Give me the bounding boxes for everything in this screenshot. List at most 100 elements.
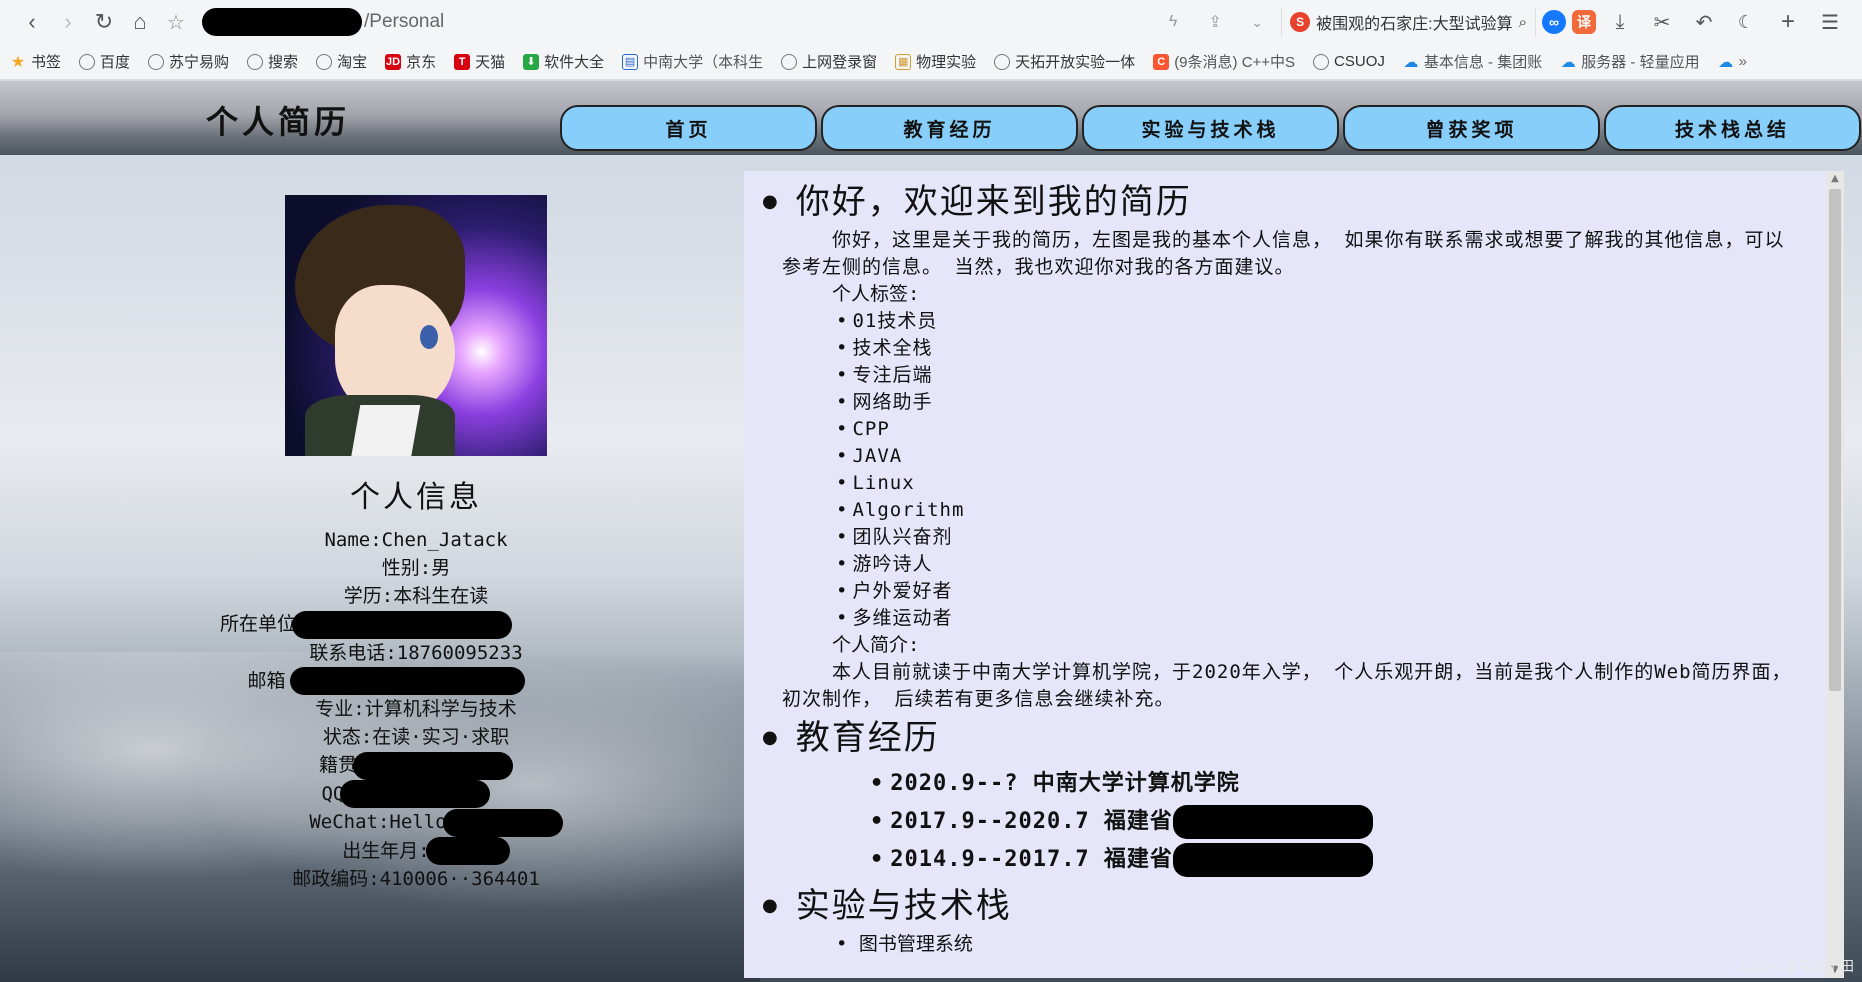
bookmark-item[interactable]: 搜索 xyxy=(247,51,298,72)
globe-icon xyxy=(247,53,264,70)
bookmark-item[interactable]: ☁ 服务器 - 轻量应用 xyxy=(1560,51,1700,72)
section-welcome-heading: ● 你好，欢迎来到我的简历 xyxy=(762,182,1192,222)
profile-email-row: 邮箱 xyxy=(180,667,592,695)
redaction xyxy=(442,808,563,837)
jd-icon: JD xyxy=(385,53,402,70)
globe-icon xyxy=(1313,53,1330,70)
section-education-heading: ● 教育经历 xyxy=(762,718,940,758)
intro-label: 个人简介: xyxy=(832,634,920,656)
profile-panel: 个人信息 Name:Chen_Jatack 性别:男 学历:本科生在读 所在单位… xyxy=(220,195,592,893)
bookmark-item[interactable]: 天拓开放实验一体 xyxy=(994,51,1135,72)
nav-education-button[interactable]: 教育经历 xyxy=(821,105,1078,151)
list-item: Algorithm xyxy=(836,497,1844,524)
address-bar[interactable]: /Personal xyxy=(202,5,1052,39)
section-lab-heading: ● 实验与技术栈 xyxy=(762,886,1012,926)
back-icon[interactable]: ‹ xyxy=(14,4,50,40)
bookmark-item[interactable]: ▤ 中南大学（本科生 xyxy=(622,51,763,72)
list-item: 网络助手 xyxy=(836,389,1844,416)
bookmark-item[interactable]: C (9条消息) C++中S xyxy=(1153,51,1295,72)
profile-birth-row: 出生年月: xyxy=(260,837,592,865)
download-icon[interactable]: ⤓ xyxy=(1602,4,1638,40)
globe-icon xyxy=(781,53,798,70)
bookmark-item[interactable]: ⬇ 软件大全 xyxy=(523,51,604,72)
profile-qq-row: QQ xyxy=(220,780,592,808)
list-item: JAVA xyxy=(836,443,1844,470)
welcome-text: 你好，这里是关于我的简历，左图是我的基本个人信息， 如果你有联系需求或想要了解我… xyxy=(782,229,1785,278)
address-redaction xyxy=(202,8,362,36)
site-title: 个人简历 xyxy=(206,103,351,141)
bookmark-item[interactable]: 百度 xyxy=(79,51,130,72)
list-item: • 图书管理系统 xyxy=(836,933,973,955)
tags-label: 个人标签: xyxy=(832,283,920,305)
profile-hometown-row: 籍贯 xyxy=(240,751,592,780)
list-item: 游吟诗人 xyxy=(836,551,1844,578)
reload-icon[interactable]: ↻ xyxy=(86,4,122,40)
extension-infinity-icon[interactable]: ∞ xyxy=(1542,10,1566,34)
search-box[interactable]: S 被围观的石家庄:大型试验算 ⌕ xyxy=(1281,7,1536,37)
browser-toolbar: ‹ › ↻ ⌂ ☆ /Personal ϟ ⇪ ⌄ S 被围观的石家庄:大型试验… xyxy=(0,0,1862,44)
nav-summary-button[interactable]: 技术栈总结 xyxy=(1604,105,1861,151)
profile-title: 个人信息 xyxy=(350,480,482,515)
list-item: Linux xyxy=(836,470,1844,497)
search-icon[interactable]: ⌕ xyxy=(1519,14,1527,31)
redaction xyxy=(340,780,491,808)
globe-icon xyxy=(994,53,1011,70)
address-text: /Personal xyxy=(364,11,445,32)
list-item: 2017.9--2020.7 福建省 xyxy=(870,803,1844,841)
education-list: 2020.9--? 中南大学计算机学院 2017.9--2020.7 福建省 2… xyxy=(744,765,1844,879)
favorite-star-icon[interactable]: ☆ xyxy=(158,4,194,40)
bookmark-item[interactable]: 苏宁易购 xyxy=(148,51,229,72)
lightning-icon[interactable]: ϟ xyxy=(1155,4,1191,40)
content-panel[interactable]: ● 你好，欢迎来到我的简历 你好，这里是关于我的简历，左图是我的基本个人信息， 如… xyxy=(744,171,1844,978)
translate-icon[interactable]: 译 xyxy=(1572,10,1596,34)
csdn-icon: C xyxy=(1153,53,1170,70)
menu-icon[interactable]: ☰ xyxy=(1812,4,1848,40)
nav-home-button[interactable]: 首页 xyxy=(560,105,817,151)
forward-icon[interactable]: › xyxy=(50,4,86,40)
page-icon: ▤ xyxy=(622,53,639,70)
list-item: 专注后端 xyxy=(836,362,1844,389)
redaction xyxy=(353,751,513,780)
profile-wechat-label: WeChat:Hello xyxy=(309,811,447,833)
bookmarks-overflow[interactable]: ☁» xyxy=(1718,53,1747,71)
redaction xyxy=(292,610,512,639)
list-item: 团队兴奋剂 xyxy=(836,524,1844,551)
list-item: 01技术员 xyxy=(836,308,1844,335)
profile-birth-label: 出生年月: xyxy=(342,839,430,862)
moon-icon[interactable]: ☾ xyxy=(1728,4,1764,40)
list-item: 2020.9--? 中南大学计算机学院 xyxy=(870,765,1844,803)
home-icon[interactable]: ⌂ xyxy=(122,4,158,40)
bookmark-item[interactable]: 上网登录窗 xyxy=(781,51,877,72)
new-tab-icon[interactable]: + xyxy=(1770,4,1806,40)
list-item: CPP xyxy=(836,416,1844,443)
bookmark-item[interactable]: T 天猫 xyxy=(454,51,505,72)
scrollbar-thumb[interactable] xyxy=(1829,189,1841,691)
scroll-up-icon[interactable]: ▲ xyxy=(1826,171,1844,187)
bookmark-item[interactable]: CSUOJ xyxy=(1313,53,1385,70)
intro-text: 本人目前就读于中南大学计算机学院，于2020年入学， 个人乐观开朗，当前是我个人… xyxy=(782,661,1792,710)
bookmark-item[interactable]: JD 京东 xyxy=(385,51,436,72)
cloud-icon: ☁ xyxy=(1718,53,1734,71)
list-item: 户外爱好者 xyxy=(836,578,1844,605)
download-icon: ⬇ xyxy=(523,53,540,70)
redaction xyxy=(1172,843,1373,877)
scissors-icon[interactable]: ✂ xyxy=(1644,4,1680,40)
bookmark-item[interactable]: 淘宝 xyxy=(316,51,367,72)
nav-experiments-button[interactable]: 实验与技术栈 xyxy=(1082,105,1339,151)
chevron-down-icon[interactable]: ⌄ xyxy=(1239,4,1275,40)
nav-awards-button[interactable]: 曾获奖项 xyxy=(1343,105,1600,151)
profile-wechat-row: WeChat:Hello xyxy=(280,808,592,837)
bookmark-item[interactable]: ☁ 基本信息 - 集团账 xyxy=(1403,51,1542,72)
bookmark-item[interactable]: ▦ 物理实验 xyxy=(895,51,976,72)
profile-hometown-label: 籍贯 xyxy=(318,754,357,776)
profile-postcode: 邮政编码:410006··364401 xyxy=(292,868,540,890)
web-page: 个人简历 首页 教育经历 实验与技术栈 曾获奖项 技术栈总结 个人信息 Name… xyxy=(0,81,1862,982)
avatar xyxy=(285,195,547,456)
profile-unit-row: 所在单位 xyxy=(140,610,592,639)
share-icon[interactable]: ⇪ xyxy=(1197,4,1233,40)
list-item: 技术全栈 xyxy=(836,335,1844,362)
scrollbar[interactable]: ▲ ▼ xyxy=(1826,171,1844,978)
bookmark-folder[interactable]: ★ 书签 xyxy=(10,51,61,72)
undo-icon[interactable]: ↶ xyxy=(1686,4,1722,40)
chevron-right-icon: » xyxy=(1738,53,1747,70)
